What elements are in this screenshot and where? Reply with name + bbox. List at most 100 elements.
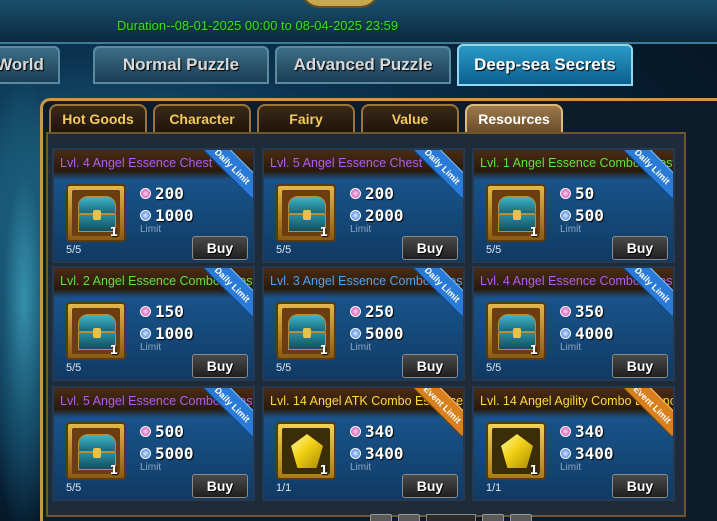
limit-label: Limit bbox=[560, 342, 582, 353]
price-blue: 5000 bbox=[350, 324, 404, 343]
next-page-button[interactable] bbox=[482, 514, 504, 521]
limit-label: Limit bbox=[140, 462, 162, 473]
price-blue-value: 3400 bbox=[365, 444, 404, 463]
buy-button[interactable]: Buy bbox=[612, 474, 668, 498]
price-blue-value: 5000 bbox=[365, 324, 404, 343]
tab-deep-sea-secrets[interactable]: Deep-sea Secrets bbox=[457, 44, 633, 86]
lock-icon bbox=[303, 328, 311, 338]
buy-button[interactable]: Buy bbox=[192, 474, 248, 498]
shop-item-card: Lvl. 1 Angel Essence Combo Chest Daily Li… bbox=[472, 148, 675, 263]
shop-item-card: Lvl. 5 Angel Essence Chest Daily Limit 1 20… bbox=[262, 148, 465, 263]
diamond-currency-icon bbox=[560, 188, 571, 199]
item-thumbnail[interactable]: 1 bbox=[486, 184, 546, 242]
limit-label: Limit bbox=[350, 462, 372, 473]
purchase-limit: 5/5 bbox=[276, 244, 292, 256]
item-thumbnail[interactable]: 1 bbox=[66, 302, 126, 360]
diamond-currency-icon bbox=[350, 426, 361, 437]
diamond-currency-icon bbox=[350, 306, 361, 317]
price-blue-value: 4000 bbox=[575, 324, 614, 343]
item-quantity: 1 bbox=[109, 463, 118, 477]
diamond-currency-icon bbox=[140, 306, 151, 317]
subtab-character[interactable]: Character bbox=[153, 104, 251, 134]
purchase-limit: 5/5 bbox=[486, 244, 502, 256]
item-quantity: 1 bbox=[109, 343, 118, 357]
limit-label: Limit bbox=[140, 224, 162, 235]
shop-item-card: Lvl. 5 Angel Essence Combo Chest Daily Li… bbox=[52, 386, 255, 501]
coupon-currency-icon bbox=[140, 210, 151, 221]
buy-button[interactable]: Buy bbox=[612, 354, 668, 378]
price-pink-value: 340 bbox=[365, 422, 394, 441]
limit-label: Limit bbox=[140, 342, 162, 353]
item-thumbnail[interactable]: 1 bbox=[66, 184, 126, 242]
price-pink: 500 bbox=[140, 422, 184, 441]
price-blue-value: 500 bbox=[575, 206, 604, 225]
buy-button[interactable]: Buy bbox=[192, 354, 248, 378]
price-pink-value: 350 bbox=[575, 302, 604, 321]
buy-button[interactable]: Buy bbox=[192, 236, 248, 260]
price-blue: 3400 bbox=[560, 444, 614, 463]
first-page-button[interactable] bbox=[370, 514, 392, 521]
item-quantity: 1 bbox=[109, 225, 118, 239]
purchase-limit: 5/5 bbox=[276, 362, 292, 374]
limit-label: Limit bbox=[560, 224, 582, 235]
last-page-button[interactable] bbox=[510, 514, 532, 521]
price-blue: 3400 bbox=[350, 444, 404, 463]
purchase-limit: 5/5 bbox=[66, 244, 82, 256]
purchase-limit: 1/1 bbox=[276, 482, 292, 494]
price-blue-value: 5000 bbox=[155, 444, 194, 463]
item-thumbnail[interactable]: 1 bbox=[66, 422, 126, 480]
lock-icon bbox=[93, 210, 101, 220]
item-thumbnail[interactable]: 1 bbox=[276, 184, 336, 242]
tab-world[interactable]: World bbox=[0, 46, 60, 84]
price-pink-value: 150 bbox=[155, 302, 184, 321]
pagination bbox=[370, 514, 532, 521]
coupon-currency-icon bbox=[560, 448, 571, 459]
subtab-fairy[interactable]: Fairy bbox=[257, 104, 355, 134]
buy-button[interactable]: Buy bbox=[402, 236, 458, 260]
coupon-currency-icon bbox=[560, 210, 571, 221]
page-indicator bbox=[426, 514, 476, 521]
price-pink: 340 bbox=[560, 422, 604, 441]
price-blue: 500 bbox=[560, 206, 604, 225]
purchase-limit: 5/5 bbox=[66, 362, 82, 374]
coupon-currency-icon bbox=[140, 328, 151, 339]
shop-item-card: Lvl. 4 Angel Essence Chest Daily Limit 1 20… bbox=[52, 148, 255, 263]
price-pink-value: 200 bbox=[365, 184, 394, 203]
subtab-hot-goods[interactable]: Hot Goods bbox=[49, 104, 147, 134]
item-thumbnail[interactable]: 1 bbox=[486, 302, 546, 360]
item-thumbnail[interactable]: 1 bbox=[276, 302, 336, 360]
diamond-currency-icon bbox=[140, 188, 151, 199]
purchase-limit: 5/5 bbox=[486, 362, 502, 374]
price-blue-value: 3400 bbox=[575, 444, 614, 463]
subtab-value[interactable]: Value bbox=[361, 104, 459, 134]
lock-icon bbox=[513, 210, 521, 220]
price-blue-value: 2000 bbox=[365, 206, 404, 225]
price-blue: 2000 bbox=[350, 206, 404, 225]
lock-icon bbox=[513, 328, 521, 338]
item-quantity: 1 bbox=[319, 225, 328, 239]
price-blue: 5000 bbox=[140, 444, 194, 463]
price-pink: 150 bbox=[140, 302, 184, 321]
limit-label: Limit bbox=[350, 342, 372, 353]
event-duration: Duration--08-01-2025 00:00 to 08-04-2025… bbox=[117, 18, 399, 33]
buy-button[interactable]: Buy bbox=[402, 474, 458, 498]
item-thumbnail[interactable]: 1 bbox=[486, 422, 546, 480]
price-blue-value: 1000 bbox=[155, 324, 194, 343]
item-thumbnail[interactable]: 1 bbox=[276, 422, 336, 480]
shop-item-card: Lvl. 3 Angel Essence Combo Chest Daily Li… bbox=[262, 266, 465, 381]
coupon-currency-icon bbox=[560, 328, 571, 339]
buy-button[interactable]: Buy bbox=[612, 236, 668, 260]
coupon-currency-icon bbox=[350, 448, 361, 459]
prev-page-button[interactable] bbox=[398, 514, 420, 521]
lock-icon bbox=[303, 210, 311, 220]
coupon-currency-icon bbox=[350, 328, 361, 339]
shop-item-card: Lvl. 14 Angel Agility Combo Essence Event… bbox=[472, 386, 675, 501]
tab-normal-puzzle[interactable]: Normal Puzzle bbox=[93, 46, 269, 84]
coupon-currency-icon bbox=[140, 448, 151, 459]
subtab-resources[interactable]: Resources bbox=[465, 104, 563, 134]
buy-button[interactable]: Buy bbox=[402, 354, 458, 378]
shop-item-card: Lvl. 14 Angel ATK Combo Essence Event Lim… bbox=[262, 386, 465, 501]
coupon-currency-icon bbox=[350, 210, 361, 221]
purchase-limit: 1/1 bbox=[486, 482, 502, 494]
tab-advanced-puzzle[interactable]: Advanced Puzzle bbox=[275, 46, 451, 84]
